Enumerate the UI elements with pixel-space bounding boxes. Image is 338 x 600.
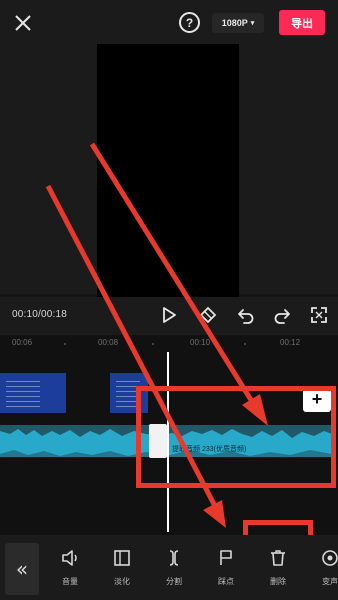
tool-label: 音量: [62, 577, 78, 586]
delete-icon: [271, 550, 285, 566]
tool-label: 踩点: [218, 577, 234, 586]
back-button[interactable]: «: [5, 543, 39, 595]
tool-label: 变声: [322, 577, 338, 586]
tool-fade[interactable]: 淡化: [100, 548, 144, 592]
tool-delete[interactable]: 删除: [256, 548, 300, 592]
tool-beat[interactable]: 踩点: [204, 548, 248, 592]
annotation-box-audio: [136, 386, 336, 488]
split-icon: [169, 550, 179, 566]
voice-change-icon: [322, 550, 338, 566]
double-chevron-left-icon: «: [15, 557, 29, 581]
tool-voice-change[interactable]: 变声: [308, 548, 338, 592]
fade-icon: [114, 550, 130, 566]
volume-icon: [62, 550, 77, 566]
tool-split[interactable]: 分割: [152, 548, 196, 592]
tool-volume[interactable]: 音量: [48, 548, 92, 592]
beat-icon: [220, 550, 232, 565]
tool-label: 分割: [166, 577, 182, 586]
tool-label: 删除: [270, 577, 286, 586]
tool-label: 淡化: [114, 577, 130, 586]
annotation-arrows: [45, 142, 268, 528]
